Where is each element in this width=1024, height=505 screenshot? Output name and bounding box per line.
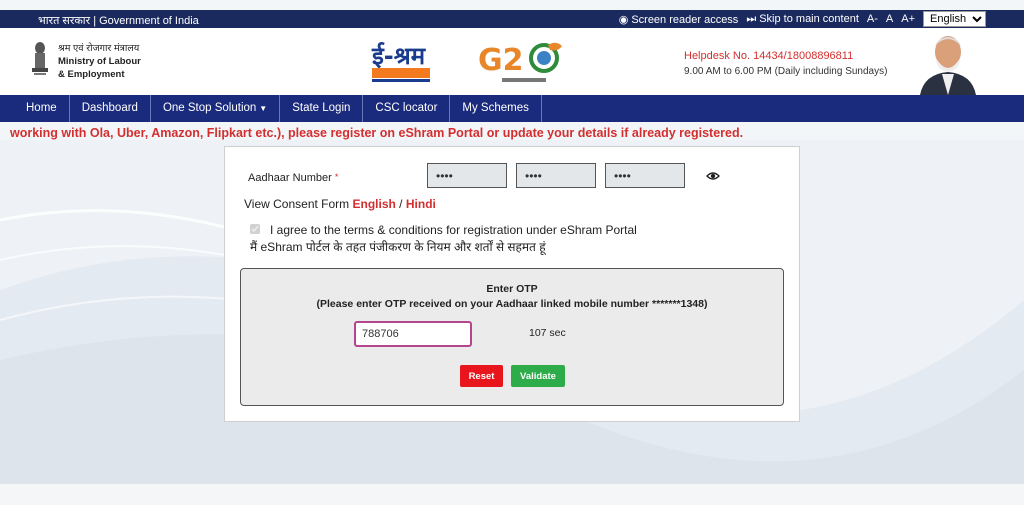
screen-reader-link[interactable]: ◉ Screen reader access [619,13,739,26]
ministry-name-hindi: श्रम एवं रोजगार मंत्रालय [58,43,140,54]
otp-input[interactable] [354,321,472,347]
caret-down-icon: ▼ [259,104,268,113]
main-nav: Home Dashboard One Stop Solution ▼ State … [0,95,1024,122]
consent-form-line: View Consent Form English / Hindi [244,197,436,211]
helpdesk-hours: 9.00 AM to 6.00 PM (Daily including Sund… [684,66,888,77]
site-header: श्रम एवं रोजगार मंत्रालय Ministry of Lab… [0,28,1024,95]
validate-button[interactable]: Validate [511,365,565,387]
consent-separator: / [395,197,406,211]
gov-label: भारत सरकार | Government of India [38,15,199,27]
accessibility-bar: ◉ Screen reader access ⏭ Skip to main cont… [619,10,986,28]
national-emblem-icon [32,42,48,75]
ministry-name-line1: Ministry of Labour [58,56,141,67]
otp-panel: Enter OTP (Please enter OTP received on … [240,268,784,406]
ministry-name-line2: & Employment [58,69,125,80]
ministry-name: श्रम एवं रोजगार मंत्रालय Ministry of Lab… [58,42,141,81]
consent-hindi-link[interactable]: Hindi [406,197,436,211]
registration-card: Aadhaar Number * View Consent Form Engli… [224,146,800,422]
language-select[interactable]: English [923,11,986,27]
agree-terms-hindi: मैं eShram पोर्टल के तहत पंजीकरण के नियम… [250,240,546,254]
gov-top-bar: भारत सरकार | Government of India ◉ Screen… [0,10,1024,28]
notice-marquee: working with Ola, Uber, Amazon, Flipkart… [10,126,744,140]
aadhaar-label-text: Aadhaar Number [248,172,332,184]
nav-state-login[interactable]: State Login [280,95,364,122]
helpdesk-number: Helpdesk No. 14434/18008896811 [684,50,854,62]
show-aadhaar-eye-icon[interactable] [706,171,720,181]
font-normal-button[interactable]: A [886,13,893,25]
agree-terms-english: I agree to the terms & conditions for re… [270,223,637,237]
skip-main-label: Skip to main content [759,12,859,25]
agree-terms-checkbox[interactable] [250,224,260,234]
skip-main-link[interactable]: ⏭ Skip to main content [746,13,859,26]
aadhaar-label: Aadhaar Number * [248,172,338,184]
nav-one-stop-label: One Stop Solution [162,102,257,114]
otp-timer: 107 sec [529,327,566,339]
nav-home[interactable]: Home [0,95,70,122]
aadhaar-part-2-input[interactable] [516,163,596,188]
font-decrease-button[interactable]: A- [867,13,878,25]
svg-text:ई-श्रम: ई-श्रम [371,42,427,70]
footer-strip [0,484,1024,505]
consent-english-link[interactable]: English [353,197,396,211]
otp-title: Enter OTP [486,283,538,295]
screen-reader-label: Screen reader access [631,13,739,26]
required-mark: * [334,172,339,182]
g20-logo-icon: G2 [478,42,562,82]
aadhaar-part-3-input[interactable] [605,163,685,188]
eshram-logo-icon: ई-श्रम [371,42,430,82]
consent-prefix: View Consent Form [244,197,353,211]
nav-csc-locator[interactable]: CSC locator [363,95,451,122]
font-increase-button[interactable]: A+ [901,13,915,25]
nav-dashboard[interactable]: Dashboard [70,95,151,122]
svg-text:G2: G2 [478,43,524,78]
pm-portrait-icon [914,30,982,95]
otp-instructions: (Please enter OTP received on your Aadha… [316,298,708,310]
skip-arrow-icon: ⏭ [746,12,757,25]
eye-small-icon: ◉ [618,13,629,26]
reset-button[interactable]: Reset [460,365,503,387]
nav-my-schemes[interactable]: My Schemes [450,95,542,122]
aadhaar-part-1-input[interactable] [427,163,507,188]
nav-one-stop-solution[interactable]: One Stop Solution ▼ [151,95,281,122]
